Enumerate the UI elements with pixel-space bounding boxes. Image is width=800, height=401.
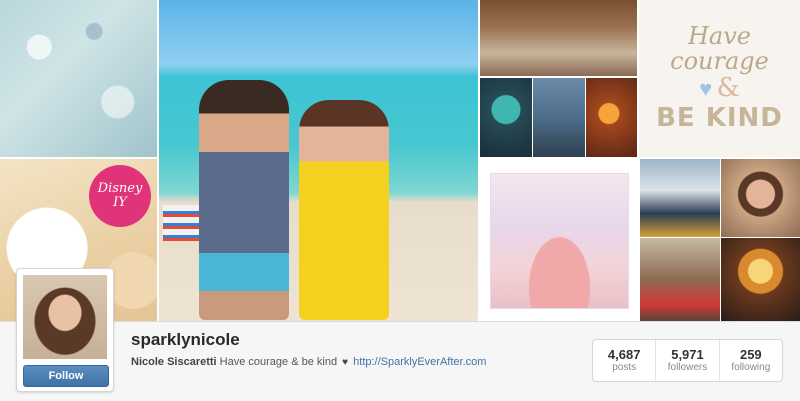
avatar-card: Follow bbox=[16, 268, 114, 392]
photo-mosaic: Disney IY Have courage ♥ & BE KIND bbox=[0, 0, 800, 321]
profile-bio: Nicole Siscaretti Have courage & be kind… bbox=[131, 356, 486, 368]
photo-tile-alice-drawing[interactable] bbox=[480, 159, 637, 321]
stat-followers-count: 5,971 bbox=[671, 346, 704, 362]
disney-badge-line2: IY bbox=[113, 195, 127, 210]
bio-text: Have courage & be kind bbox=[219, 356, 338, 368]
stat-followers-label: followers bbox=[667, 362, 708, 374]
photo-tile-cruise-ship[interactable] bbox=[640, 159, 720, 237]
full-name: Nicole Siscaretti bbox=[131, 356, 217, 368]
photo-tile-mosaic-art[interactable] bbox=[480, 78, 532, 157]
profile-stats: 4,687 posts 5,971 followers 259 followin… bbox=[592, 339, 783, 382]
photo-tile-butterfly-pattern[interactable] bbox=[0, 0, 157, 157]
alice-drawing-image bbox=[490, 173, 629, 309]
stat-following-count: 259 bbox=[739, 346, 762, 362]
photo-tile-character-meet[interactable] bbox=[640, 238, 720, 321]
photo-tile-couple-selfie[interactable] bbox=[480, 0, 637, 76]
stat-followers[interactable]: 5,971 followers bbox=[655, 340, 718, 381]
woman-figure-image bbox=[299, 100, 389, 320]
heart-icon: ♥ bbox=[699, 76, 713, 102]
photo-tile-chandelier[interactable] bbox=[721, 238, 800, 321]
follow-button[interactable]: Follow bbox=[23, 365, 109, 387]
stat-posts[interactable]: 4,687 posts bbox=[593, 340, 655, 381]
man-figure-image bbox=[199, 80, 289, 320]
courage-text-amp: & bbox=[716, 73, 740, 104]
photo-tile-lantern[interactable] bbox=[586, 78, 637, 157]
courage-text-have: Have bbox=[688, 22, 751, 51]
photo-tile-courage-quote[interactable]: Have courage ♥ & BE KIND bbox=[639, 0, 800, 157]
disney-badge-line1: Disney bbox=[97, 180, 143, 196]
photo-tile-beach-couple[interactable] bbox=[159, 0, 478, 321]
username: sparklynicole bbox=[131, 330, 240, 349]
beach-chair-image bbox=[163, 205, 203, 241]
courage-text-courage: courage bbox=[670, 47, 769, 76]
website-link[interactable]: http://SparklyEverAfter.com bbox=[353, 356, 486, 368]
courage-text-be-kind: BE KIND bbox=[656, 102, 783, 133]
photo-tile-sign[interactable] bbox=[533, 78, 585, 157]
heart-icon: ♥ bbox=[342, 357, 349, 368]
stat-posts-label: posts bbox=[612, 362, 637, 374]
stat-following[interactable]: 259 following bbox=[718, 340, 782, 381]
stat-posts-count: 4,687 bbox=[607, 346, 641, 362]
photo-tile-selfie[interactable] bbox=[721, 159, 800, 237]
stat-following-label: following bbox=[731, 362, 771, 374]
avatar[interactable] bbox=[23, 275, 107, 359]
disney-diy-badge: Disney IY bbox=[89, 165, 151, 227]
